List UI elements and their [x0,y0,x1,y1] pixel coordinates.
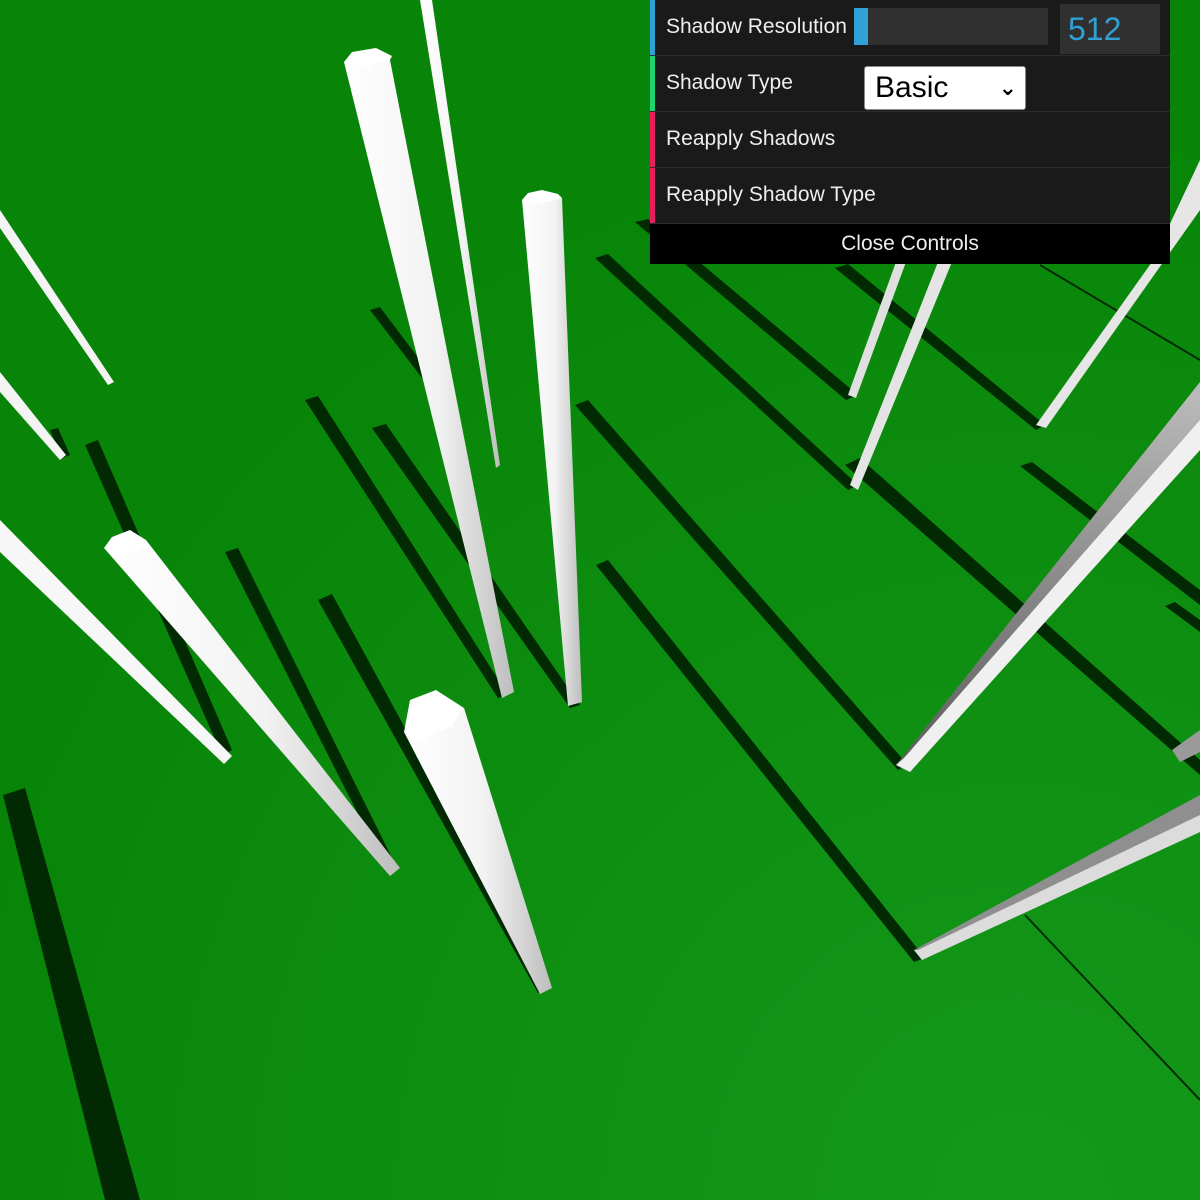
function-control-stripe [650,168,655,223]
shadow-resolution-label: Shadow Resolution [666,15,847,38]
reapply-shadows-button[interactable]: Reapply Shadows [650,112,1170,168]
shadow-resolution-slider-fill [854,8,868,45]
function-control-stripe [650,112,655,167]
shadow-type-selected-value: Basic [875,71,949,104]
number-control-stripe [650,0,655,55]
shadow-resolution-control: Shadow Resolution 512 [650,0,1170,56]
shadow-resolution-value-input[interactable]: 512 [1060,4,1160,54]
chevron-down-icon: ⌄ [998,75,1017,100]
reapply-shadows-label: Reapply Shadows [666,127,836,150]
shadow-type-control: Shadow Type Basic ⌄ [650,56,1170,112]
reapply-shadow-type-label: Reapply Shadow Type [666,183,876,206]
controls-panel: Shadow Resolution 512 Shadow Type Basic … [650,0,1170,264]
shadow-type-select[interactable]: Basic ⌄ [864,66,1026,110]
shadow-type-label: Shadow Type [666,71,793,94]
shadow-resolution-slider[interactable] [854,8,1048,45]
reapply-shadow-type-button[interactable]: Reapply Shadow Type [650,168,1170,224]
option-control-stripe [650,56,655,111]
close-controls-button[interactable]: Close Controls [650,224,1170,264]
